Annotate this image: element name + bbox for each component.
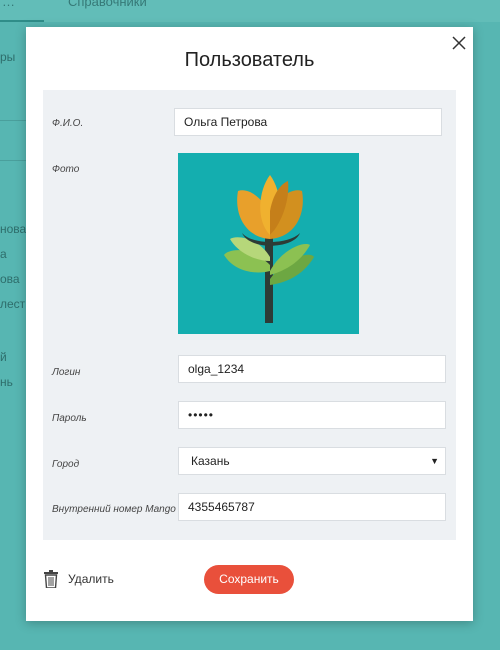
background-list-item[interactable]: лест <box>0 297 25 311</box>
login-field[interactable]: olga_1234 <box>178 355 446 383</box>
delete-button[interactable]: Удалить <box>44 570 114 588</box>
password-label: Пароль <box>52 413 87 424</box>
mango-number-field[interactable]: 4355465787 <box>178 493 446 521</box>
caret-down-icon: ▼ <box>430 456 439 466</box>
save-button[interactable]: Сохранить <box>204 565 294 594</box>
login-label: Логин <box>52 367 81 378</box>
background-tab-2[interactable]: Справочники <box>68 0 147 9</box>
background-list-item[interactable]: а <box>0 247 7 261</box>
tulip-image <box>178 153 359 334</box>
trash-icon <box>44 570 58 588</box>
city-label: Город <box>52 459 80 470</box>
fio-label: Ф.И.О. <box>52 118 84 129</box>
user-modal: Пользователь Ф.И.О. Ольга Петрова Фото Л… <box>26 27 473 621</box>
user-photo[interactable] <box>178 153 359 334</box>
city-select-value: Казань <box>191 454 230 468</box>
background-section-label: ры <box>0 50 16 64</box>
delete-label: Удалить <box>68 572 114 586</box>
background-list-item[interactable]: нова <box>0 222 26 236</box>
background-list-item[interactable]: й <box>0 350 7 364</box>
city-select[interactable]: Казань ▼ <box>178 447 446 475</box>
password-field[interactable]: ••••• <box>178 401 446 429</box>
background-tab-1[interactable]: … <box>2 0 15 9</box>
form-panel: Ф.И.О. Ольга Петрова Фото Логин olga_123… <box>43 90 456 540</box>
background-divider <box>0 160 26 161</box>
background-tabbar: … Справочники <box>0 0 500 22</box>
background-divider <box>0 120 26 121</box>
photo-label: Фото <box>52 164 80 175</box>
modal-title: Пользователь <box>184 49 315 71</box>
background-list-item[interactable]: нь <box>0 375 13 389</box>
fio-field[interactable]: Ольга Петрова <box>174 108 442 136</box>
mango-label: Внутренний номер Mango <box>52 504 176 515</box>
background-list-item[interactable]: ова <box>0 272 20 286</box>
background-tab-indicator <box>0 20 44 22</box>
